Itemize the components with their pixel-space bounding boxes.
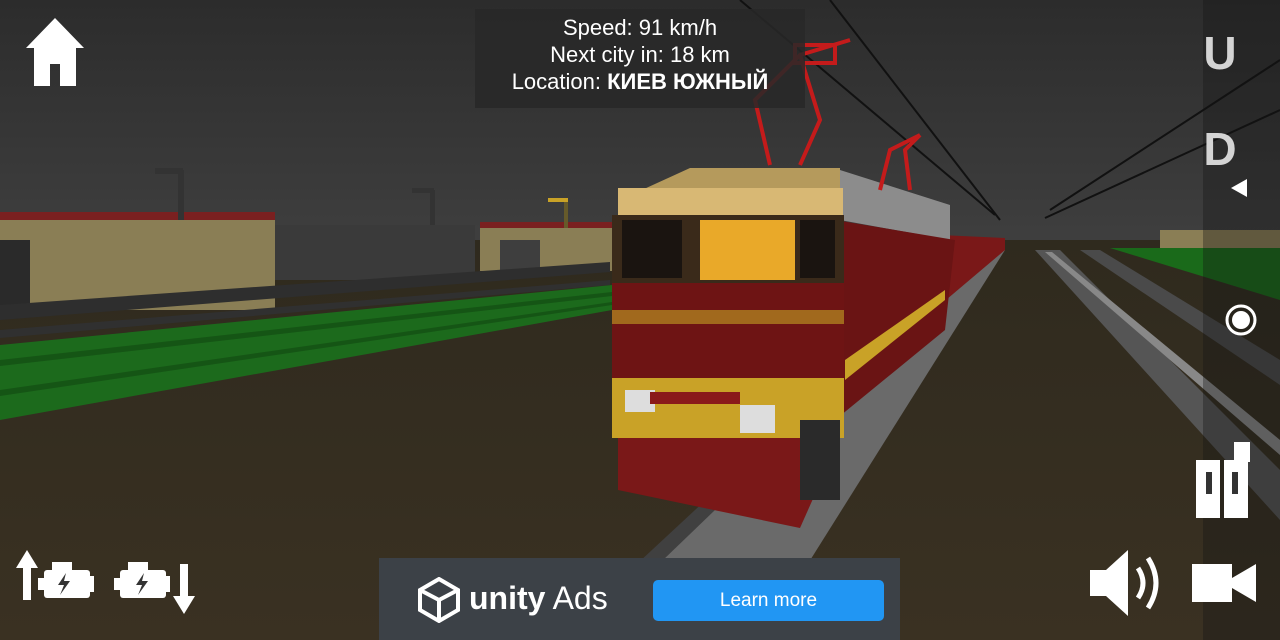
- camera-icon[interactable]: [1190, 560, 1258, 606]
- location-value: КИЕВ ЮЖНЫЙ: [607, 69, 769, 94]
- trip-info-panel: Speed: 91 km/h Next city in: 18 km Locat…: [475, 9, 805, 108]
- engine-increase-icon[interactable]: [14, 548, 96, 606]
- record-icon[interactable]: [1225, 304, 1257, 336]
- speed-value: 91 km/h: [638, 15, 718, 40]
- learn-more-button[interactable]: Learn more: [653, 580, 884, 621]
- home-icon[interactable]: [24, 16, 86, 88]
- ad-brand-word2: Ads: [545, 580, 608, 616]
- next-city-row: Next city in: 18 km: [475, 41, 805, 68]
- speaker-icon[interactable]: [1086, 548, 1166, 618]
- location-row: Location: КИЕВ ЮЖНЫЙ: [475, 68, 805, 95]
- triangle-left-icon[interactable]: [1230, 178, 1248, 198]
- speed-label: Speed:: [562, 15, 633, 40]
- pantograph-up-button[interactable]: U: [1198, 26, 1242, 80]
- engine-decrease-icon[interactable]: [114, 560, 198, 616]
- ad-brand-text: unity Ads: [469, 580, 608, 617]
- unity-logo-icon: [418, 577, 460, 623]
- ad-brand-word1: unity: [469, 580, 546, 616]
- speed-row: Speed: 91 km/h: [475, 14, 805, 41]
- next-city-value: 18 km: [669, 42, 730, 67]
- doors-icon[interactable]: [1194, 442, 1252, 520]
- next-city-label: Next city in:: [550, 42, 664, 67]
- ad-banner[interactable]: unity Ads Learn more: [379, 558, 900, 640]
- location-label: Location:: [511, 69, 601, 94]
- pantograph-down-button[interactable]: D: [1198, 122, 1242, 176]
